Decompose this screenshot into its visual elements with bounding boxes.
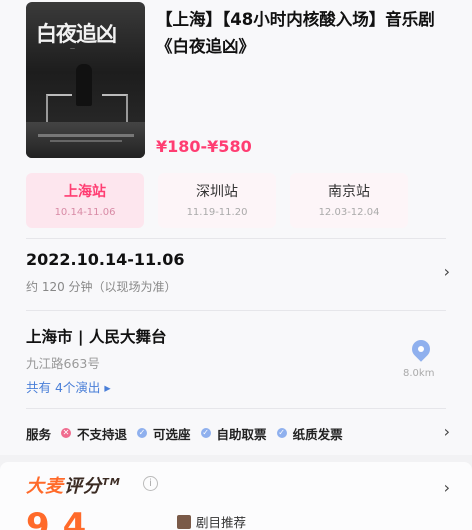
recommend-label: 剧目推荐 <box>196 515 247 530</box>
rating-trademark: TM <box>102 477 121 488</box>
services-chevron-right-icon[interactable]: › <box>444 422 450 441</box>
divider <box>26 408 446 409</box>
venue-shows-link[interactable]: 共有 4个演出 ▸ <box>26 377 111 396</box>
rating-title-brand: 大麦 <box>26 476 64 497</box>
service-label: 不支持退 <box>77 426 128 442</box>
check-icon: ✓ <box>200 428 211 438</box>
city-tab-label: 深圳站 <box>196 184 238 200</box>
poster-chair-left <box>46 94 72 124</box>
show-card: 白夜追凶 — 【上海】【48小时内核酸入场】音乐剧《白夜追凶》 ¥180-¥58… <box>0 0 472 455</box>
recommend-tag: 剧目推荐 <box>177 512 246 530</box>
city-tab-dates: 10.14-11.06 <box>54 207 116 218</box>
service-self-pickup: ✓ 自助取票 <box>200 424 267 443</box>
show-poster[interactable]: 白夜追凶 — <box>26 2 145 158</box>
city-tab-label: 南京站 <box>328 184 370 200</box>
divider <box>26 238 446 239</box>
info-icon[interactable]: i <box>143 476 158 491</box>
schedule-chevron-right-icon[interactable]: › <box>444 262 450 281</box>
poster-credits-2 <box>50 140 122 142</box>
poster-figure <box>76 64 92 106</box>
service-seat-selection: ✓ 可选座 <box>137 424 191 443</box>
city-tab-shanghai[interactable]: 上海站 10.14-11.06 <box>26 173 144 228</box>
check-icon: ✓ <box>137 428 148 438</box>
rating-title-text: 评分 <box>64 476 102 497</box>
service-label: 自助取票 <box>216 426 267 442</box>
city-tab-dates: 12.03-12.04 <box>318 207 380 218</box>
rating-section[interactable]: 大麦评分TM i › 9.4 剧目推荐 <box>0 462 472 530</box>
schedule-date[interactable]: 2022.10.14-11.06 <box>26 250 184 269</box>
city-tab-nanjing[interactable]: 南京站 12.03-12.04 <box>290 173 408 228</box>
avatar <box>177 514 191 529</box>
service-paper-invoice: ✓ 纸质发票 <box>276 424 343 443</box>
service-no-refund: ✕ 不支持退 <box>61 424 127 443</box>
show-title: 【上海】【48小时内核酸入场】音乐剧《白夜追凶》 <box>156 10 435 56</box>
divider <box>26 310 446 311</box>
poster-credits <box>38 134 134 137</box>
venue-name[interactable]: 上海市 | 人民大舞台 <box>26 325 166 347</box>
service-label: 可选座 <box>153 426 191 442</box>
services-label: 服务 <box>26 426 52 442</box>
poster-subtitle-decoration: — <box>70 46 75 52</box>
map-pin-icon[interactable] <box>408 336 434 362</box>
rating-chevron-right-icon[interactable]: › <box>444 478 450 497</box>
poster-title: 白夜追凶 <box>36 21 117 46</box>
city-tab-label: 上海站 <box>64 184 106 200</box>
service-label: 纸质发票 <box>292 426 343 442</box>
city-tab-shenzhen[interactable]: 深圳站 11.19-11.20 <box>158 173 276 228</box>
x-icon: ✕ <box>61 428 72 438</box>
rating-score: 9.4 <box>26 506 87 530</box>
show-price: ¥180-¥580 <box>156 137 252 156</box>
city-tab-dates: 11.19-11.20 <box>186 207 248 218</box>
rating-title: 大麦评分TM <box>26 472 121 498</box>
venue-distance: 8.0km <box>403 368 435 379</box>
poster-chair-right <box>102 94 128 124</box>
services-row[interactable]: 服务 ✕ 不支持退 ✓ 可选座 ✓ 自助取票 ✓ 纸质发票 <box>26 424 353 442</box>
schedule-duration: 约 120 分钟（以现场为准） <box>26 280 177 294</box>
check-icon: ✓ <box>276 428 287 438</box>
venue-address: 九江路663号 <box>26 356 100 371</box>
